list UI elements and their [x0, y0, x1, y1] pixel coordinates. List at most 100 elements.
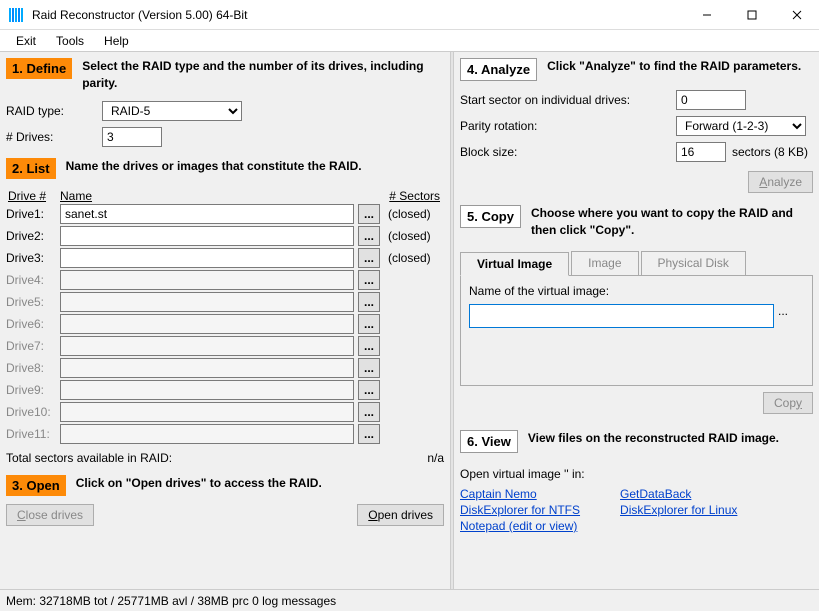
browse-virtual-button[interactable]: ... [778, 304, 804, 328]
step3-desc: Click on "Open drives" to access the RAI… [76, 475, 322, 492]
step5-header: 5. Copy Choose where you want to copy th… [460, 205, 813, 239]
analyze-button[interactable]: Analyze [748, 171, 813, 193]
link-diskexplorer-linux[interactable]: DiskExplorer for Linux [620, 503, 737, 517]
window-title: Raid Reconstructor (Version 5.00) 64-Bit [32, 8, 684, 22]
drive-row: Drive4:... [6, 270, 444, 290]
drive-row: Drive2:... (closed) [6, 226, 444, 246]
app-icon [8, 7, 24, 23]
browse-drive-button[interactable]: ... [358, 226, 380, 246]
step5-desc: Choose where you want to copy the RAID a… [531, 205, 813, 239]
start-sector-label: Start sector on individual drives: [460, 93, 670, 107]
drive-name-input[interactable] [60, 336, 354, 356]
menu-help[interactable]: Help [96, 32, 137, 50]
drive-name-input[interactable] [60, 204, 354, 224]
drive-name-input[interactable] [60, 292, 354, 312]
raid-type-select[interactable]: RAID-5 [102, 101, 242, 121]
minimize-button[interactable] [684, 0, 729, 29]
browse-drive-button[interactable]: ... [358, 424, 380, 444]
drive-row: Drive3:...(closed) [6, 248, 444, 268]
status-text: Mem: 32718MB tot / 25771MB avl / 38MB pr… [6, 594, 336, 608]
copy-button[interactable]: Copy [763, 392, 813, 414]
raid-type-label: RAID type: [6, 104, 96, 118]
hdr-sectors: # Sectors [374, 189, 444, 203]
drive-row: Drive7:... [6, 336, 444, 356]
hdr-drive-num: Drive # [8, 189, 60, 203]
browse-drive-button[interactable]: ... [358, 402, 380, 422]
step2-desc: Name the drives or images that constitut… [66, 158, 362, 175]
virtual-name-input[interactable] [469, 304, 774, 328]
step1-desc: Select the RAID type and the number of i… [82, 58, 444, 92]
browse-drive-button[interactable]: ... [358, 204, 380, 224]
link-getdataback[interactable]: GetDataBack [620, 487, 737, 501]
virtual-name-label: Name of the virtual image: [469, 284, 804, 298]
right-pane: 4. Analyze Click "Analyze" to find the R… [454, 52, 819, 589]
step4-header: 4. Analyze Click "Analyze" to find the R… [460, 58, 813, 81]
drive-row: Drive8:... [6, 358, 444, 378]
drive-label: Drive4: [6, 273, 56, 287]
step5-label: 5. Copy [460, 205, 521, 228]
drive-label: Drive8: [6, 361, 56, 375]
step3-header: 3. Open Click on "Open drives" to access… [6, 475, 444, 496]
drive-label: Drive2: [6, 229, 56, 243]
link-notepad[interactable]: Notepad (edit or view) [460, 519, 580, 533]
drive-list-header: Drive # Name # Sectors [6, 189, 444, 203]
start-sector-input[interactable] [676, 90, 746, 110]
tab-virtual[interactable]: Virtual Image [460, 252, 569, 276]
block-input[interactable] [676, 142, 726, 162]
browse-drive-button[interactable]: ... [358, 292, 380, 312]
content: 1. Define Select the RAID type and the n… [0, 52, 819, 589]
link-captain-nemo[interactable]: Captain Nemo [460, 487, 580, 501]
statusbar: Mem: 32718MB tot / 25771MB avl / 38MB pr… [0, 589, 819, 611]
browse-drive-button[interactable]: ... [358, 314, 380, 334]
drive-status: (closed) [384, 229, 444, 243]
browse-drive-button[interactable]: ... [358, 248, 380, 268]
drive-row: Drive11:... [6, 424, 444, 444]
copy-tabs: Virtual Image Image Physical Disk [460, 251, 813, 276]
browse-drive-button[interactable]: ... [358, 270, 380, 290]
menu-tools[interactable]: Tools [48, 32, 92, 50]
drive-name-input[interactable] [60, 424, 354, 444]
menu-exit[interactable]: Exit [8, 32, 44, 50]
titlebar: Raid Reconstructor (Version 5.00) 64-Bit [0, 0, 819, 30]
browse-drive-button[interactable]: ... [358, 380, 380, 400]
close-drives-button[interactable]: CClose driveslose drives [6, 504, 94, 526]
drive-row: Drive1:...(closed) [6, 204, 444, 224]
link-diskexplorer-ntfs[interactable]: DiskExplorer for NTFS [460, 503, 580, 517]
drive-row: Drive9:... [6, 380, 444, 400]
browse-drive-button[interactable]: ... [358, 336, 380, 356]
view-links: Captain Nemo DiskExplorer for NTFS Notep… [460, 487, 813, 533]
open-drives-button[interactable]: Open drives [357, 504, 444, 526]
num-drives-input[interactable] [102, 127, 162, 147]
total-sectors-value: n/a [427, 451, 444, 465]
parity-label: Parity rotation: [460, 119, 670, 133]
drive-name-input[interactable] [60, 270, 354, 290]
step6-header: 6. View View files on the reconstructed … [460, 430, 813, 453]
maximize-button[interactable] [729, 0, 774, 29]
browse-drive-button[interactable]: ... [358, 358, 380, 378]
block-units: sectors (8 KB) [732, 145, 808, 159]
drive-name-input[interactable] [60, 314, 354, 334]
parity-select[interactable]: Forward (1-2-3) [676, 116, 806, 136]
drive-row: Drive5:... [6, 292, 444, 312]
tab-image[interactable]: Image [571, 251, 638, 275]
drive-name-input[interactable] [60, 248, 354, 268]
drive-label: Drive7: [6, 339, 56, 353]
hdr-drive-name: Name [60, 189, 374, 203]
drive-name-input[interactable] [60, 226, 354, 246]
close-button[interactable] [774, 0, 819, 29]
drive-list: Drive1:...(closed)Drive2:...(closed)Driv… [6, 203, 444, 445]
drive-name-input[interactable] [60, 402, 354, 422]
step4-desc: Click "Analyze" to find the RAID paramet… [547, 58, 801, 75]
step1-header: 1. Define Select the RAID type and the n… [6, 58, 444, 92]
tab-physical[interactable]: Physical Disk [641, 251, 746, 275]
drive-label: Drive5: [6, 295, 56, 309]
total-sectors-row: Total sectors available in RAID: n/a [6, 451, 444, 465]
step3-label: 3. Open [6, 475, 66, 496]
drive-label: Drive9: [6, 383, 56, 397]
drive-status: (closed) [384, 207, 444, 221]
drive-name-input[interactable] [60, 358, 354, 378]
step6-label: 6. View [460, 430, 518, 453]
drive-label: Drive3: [6, 251, 56, 265]
drive-name-input[interactable] [60, 380, 354, 400]
step2-label: 2. List [6, 158, 56, 179]
